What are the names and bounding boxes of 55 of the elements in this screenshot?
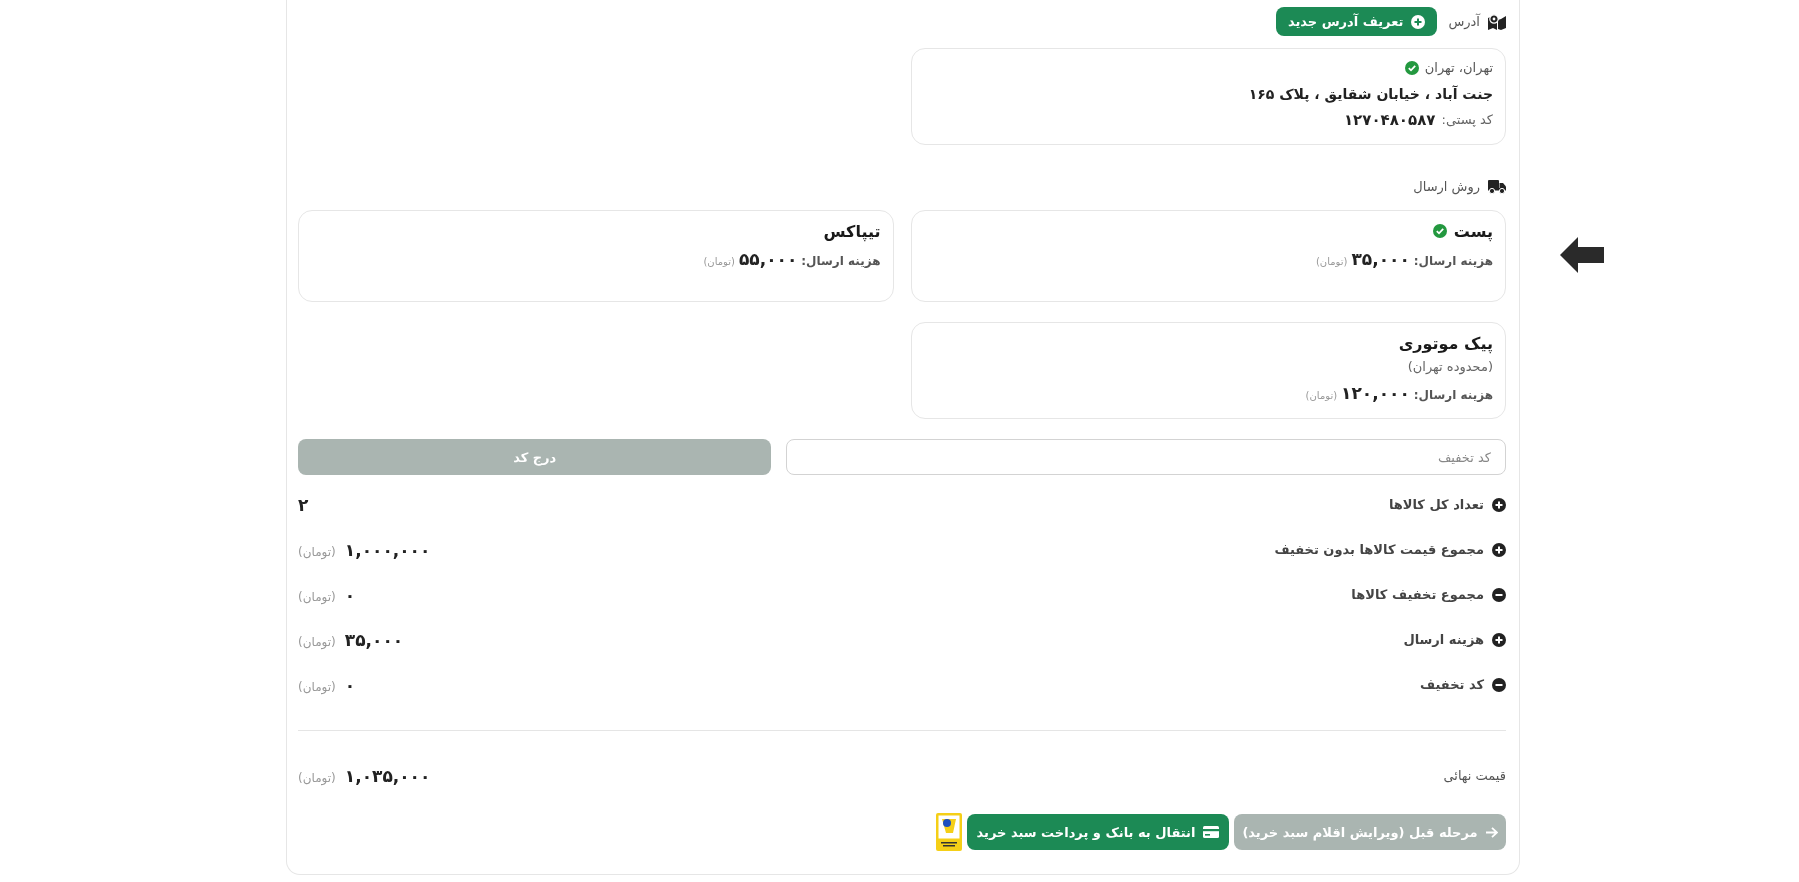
section-title: روش ارسال: [1413, 178, 1480, 194]
pay-button[interactable]: انتقال به بانک و پرداخت سبد خرید: [967, 814, 1229, 850]
shipping-method-card[interactable]: پیک موتوری (محدوده تهران) هزینه ارسال: ۱۲۰,۰۰۰ (تومان): [910, 322, 1506, 419]
total-value: ۱,۰۳۵,۰۰۰: [344, 765, 431, 786]
summary-label: تعداد کل کالاها: [1388, 497, 1484, 512]
add-address-button[interactable]: تعریف آدرس جدید: [1275, 7, 1438, 36]
section-title: آدرس: [1448, 14, 1480, 29]
shipping-method-name: تیپاکس: [823, 221, 881, 241]
currency-label: (تومان): [298, 679, 336, 694]
plus-circle-icon: [1492, 632, 1506, 647]
summary-label: کد تخفیف: [1420, 677, 1484, 692]
shipping-method-card[interactable]: تیپاکس هزینه ارسال: ۵۵,۰۰۰ (تومان): [298, 210, 894, 302]
shipping-cost-value: ۳۵,۰۰۰: [1351, 249, 1410, 269]
currency-label: (تومان): [703, 255, 735, 269]
discount-code-field[interactable]: کد تخفیف: [786, 439, 1506, 475]
plus-circle-icon: [1411, 14, 1426, 29]
shipping-method-name: پیک موتوری: [1398, 333, 1493, 353]
address-region: تهران، تهران: [1424, 59, 1493, 78]
currency-label: (تومان): [298, 634, 336, 649]
shipping-method-name: پست: [1453, 221, 1493, 241]
shipping-cost-label: هزینه ارسال:: [1413, 387, 1493, 404]
summary-value: ۱,۰۰۰,۰۰۰: [344, 539, 431, 560]
left-arrow-icon: [1560, 237, 1604, 273]
address-card[interactable]: تهران، تهران جنت آباد ، خیابان شقایق ، پلاک ۱۶۵ کد پستی: ۱۲۷۰۴۸۰۵۸۷: [910, 48, 1506, 145]
summary-label: هزینه ارسال: [1403, 632, 1484, 647]
truck-icon: [1488, 178, 1506, 194]
postal-code-value: ۱۲۷۰۴۸۰۵۸۷: [1343, 110, 1436, 131]
currency-label: (تومان): [1305, 389, 1338, 403]
address-street: جنت آباد ، خیابان شقایق ، پلاک ۱۶۵: [1248, 84, 1493, 105]
credit-card-icon: [1203, 826, 1220, 838]
shipping-cost-label: هزینه ارسال:: [1413, 253, 1493, 270]
plus-circle-icon: [1492, 542, 1506, 557]
currency-label: (تومان): [298, 544, 336, 559]
currency-label: (تومان): [298, 589, 336, 604]
minus-circle-icon: [1492, 677, 1506, 692]
shipping-cost-value: ۱۲۰,۰۰۰: [1341, 383, 1410, 403]
summary-value: ۳۵,۰۰۰: [344, 629, 404, 650]
shipping-method-card[interactable]: پست هزینه ارسال: ۳۵,۰۰۰ (تومان): [910, 210, 1506, 302]
shipping-cost-label: هزینه ارسال:: [801, 253, 881, 270]
total-label: قیمت نهائی: [1443, 768, 1506, 783]
plus-circle-icon: [1492, 497, 1506, 512]
map-icon: [1488, 13, 1506, 30]
postal-code-label: کد پستی:: [1441, 111, 1493, 129]
trust-seal-icon[interactable]: [936, 813, 962, 851]
summary-value: ۲: [298, 494, 309, 515]
currency-label: (تومان): [1315, 255, 1348, 269]
right-arrow-icon: [1485, 826, 1498, 838]
summary-value: ۰: [344, 584, 356, 605]
shipping-method-note: (محدوده تهران): [1406, 358, 1493, 377]
summary-value: ۰: [344, 674, 356, 695]
currency-label: (تومان): [298, 770, 336, 785]
shipping-cost-value: ۵۵,۰۰۰: [738, 249, 798, 269]
summary-label: مجموع قیمت کالاها بدون تخفیف: [1274, 542, 1484, 557]
minus-circle-icon: [1492, 587, 1506, 602]
summary-label: مجموع تخفیف کالاها: [1351, 587, 1484, 602]
